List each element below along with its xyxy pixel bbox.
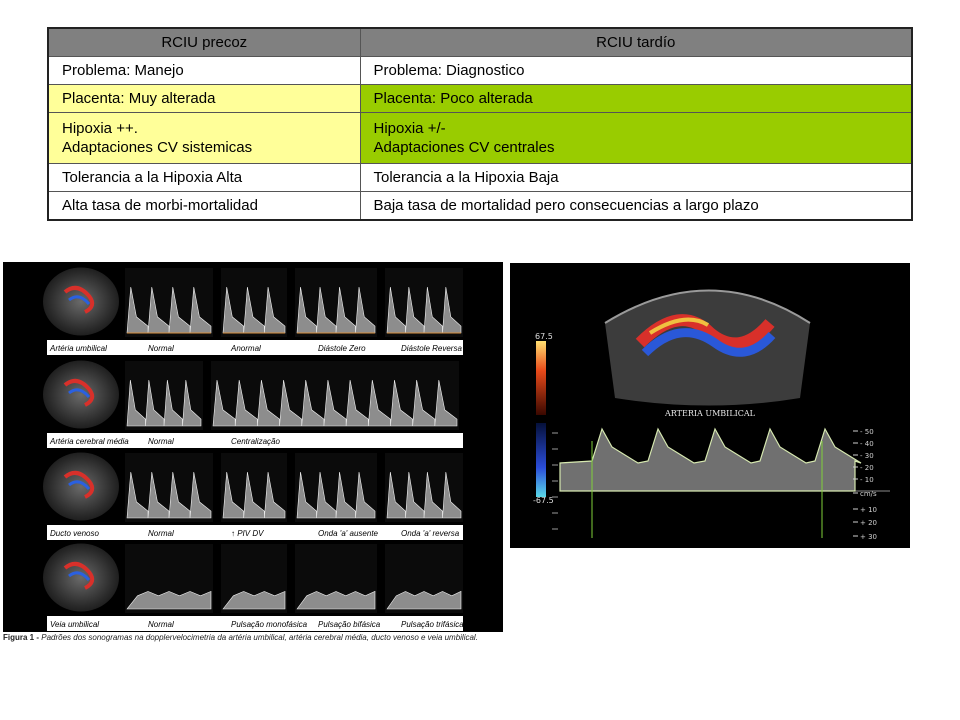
pattern-label: Normal xyxy=(148,437,174,446)
pattern-label: Onda 'a' reversa xyxy=(401,529,460,538)
color-scale-bottom: -67.5 xyxy=(533,496,554,505)
velocity-tick-label: + 20 xyxy=(860,519,877,527)
pattern-label: Pulsação monofásica xyxy=(231,620,308,629)
figure-row: Ducto venoso Normal ↑ PIV DV Onda 'a' ausen… xyxy=(43,452,463,540)
figure-row: Artéria umbilical Normal Anormal Diástole Z… xyxy=(43,267,463,355)
cell-hipoxia-precoz: Hipoxia ++. Adaptaciones CV sistemicas xyxy=(47,112,361,164)
figure-caption-label: Figura 1 - xyxy=(3,633,40,642)
cell-problema-tardio: Problema: Diagnostico xyxy=(359,56,913,85)
pattern-label: Pulsação trifásica xyxy=(401,620,464,629)
vessel-label: Artéria cerebral média xyxy=(49,437,129,446)
color-scale-top: 67.5 xyxy=(535,332,553,341)
cell-mortalidad-precoz: Alta tasa de morbi-mortalidad xyxy=(47,191,361,221)
pattern-label: Onda 'a' ausente xyxy=(318,529,379,538)
doppler-title: ARTERIA UMBILICAL xyxy=(664,409,756,418)
vessel-label: Veia umbilical xyxy=(50,620,99,629)
scan-thumbnail xyxy=(43,360,119,429)
pattern-label: ↑ PIV DV xyxy=(231,529,264,538)
cell-hipoxia-tardio-line1: Hipoxia +/- xyxy=(373,120,446,137)
doppler-patterns-figure: Artéria umbilical Normal Anormal Diástole Z… xyxy=(3,262,503,632)
cell-hipoxia-precoz-line2: Adaptaciones CV sistemicas xyxy=(62,139,253,156)
velocity-tick-label: - 10 xyxy=(860,476,874,484)
cell-placenta-tardio: Placenta: Poco alterada xyxy=(359,84,913,113)
figure-caption: Figura 1 - Padrões dos sonogramas na dop… xyxy=(3,632,503,644)
pattern-label: Diástole Reversa xyxy=(401,344,462,353)
pattern-label: Normal xyxy=(148,529,174,538)
cell-hipoxia-tardio-line2: Adaptaciones CV centrales xyxy=(373,139,555,156)
velocity-tick-label: + 30 xyxy=(860,533,877,541)
cell-problema-precoz: Problema: Manejo xyxy=(47,56,361,85)
color-scale-positive xyxy=(536,341,546,415)
cell-placenta-precoz: Placenta: Muy alterada xyxy=(47,84,361,113)
vessel-label: Artéria umbilical xyxy=(49,344,107,353)
umbilical-artery-doppler-image: 67.5 -67.5 ARTERIA UMBILICAL - 50 - 40 - 3… xyxy=(510,263,910,548)
pattern-label: Diástole Zero xyxy=(318,344,366,353)
pattern-label: Normal xyxy=(148,620,174,629)
pattern-label: Anormal xyxy=(230,344,261,353)
velocity-tick-label: - 20 xyxy=(860,464,874,472)
velocity-tick-label: cm/s xyxy=(860,490,877,498)
figure-row: Artéria cerebral média Normal Centralizaçã… xyxy=(43,360,463,448)
comparison-table: RCIU precoz RCIU tardío Problema: Manejo… xyxy=(47,27,913,221)
cell-tolerancia-tardio: Tolerancia a la Hipoxia Baja xyxy=(359,163,913,192)
figure-row: Veia umbilical Normal Pulsação monofásica P… xyxy=(43,543,464,631)
scan-thumbnail xyxy=(43,452,119,521)
pattern-label: Centralização xyxy=(231,437,280,446)
color-scale-negative xyxy=(536,423,546,497)
vessel-label: Ducto venoso xyxy=(50,529,99,538)
velocity-tick-label: - 30 xyxy=(860,452,874,460)
cell-hipoxia-tardio: Hipoxia +/- Adaptaciones CV centrales xyxy=(359,112,913,164)
header-rciu-precoz: RCIU precoz xyxy=(47,27,361,57)
header-rciu-tardio: RCIU tardío xyxy=(359,27,913,57)
doppler-patterns-image: Artéria umbilical Normal Anormal Diástole Z… xyxy=(3,262,503,632)
scan-thumbnail xyxy=(43,267,119,336)
cell-hipoxia-precoz-line1: Hipoxia ++. xyxy=(62,120,138,137)
velocity-tick-label: + 10 xyxy=(860,506,877,514)
cell-tolerancia-precoz: Tolerancia a la Hipoxia Alta xyxy=(47,163,361,192)
cell-mortalidad-tardio: Baja tasa de mortalidad pero consecuenci… xyxy=(359,191,913,221)
pattern-label: Pulsação bifásica xyxy=(318,620,381,629)
velocity-tick-label: - 40 xyxy=(860,440,874,448)
pattern-label: Normal xyxy=(148,344,174,353)
velocity-tick-label: - 50 xyxy=(860,428,874,436)
scan-thumbnail xyxy=(43,543,119,612)
figure-caption-text: Padrões dos sonogramas na dopplervelocim… xyxy=(41,633,478,642)
